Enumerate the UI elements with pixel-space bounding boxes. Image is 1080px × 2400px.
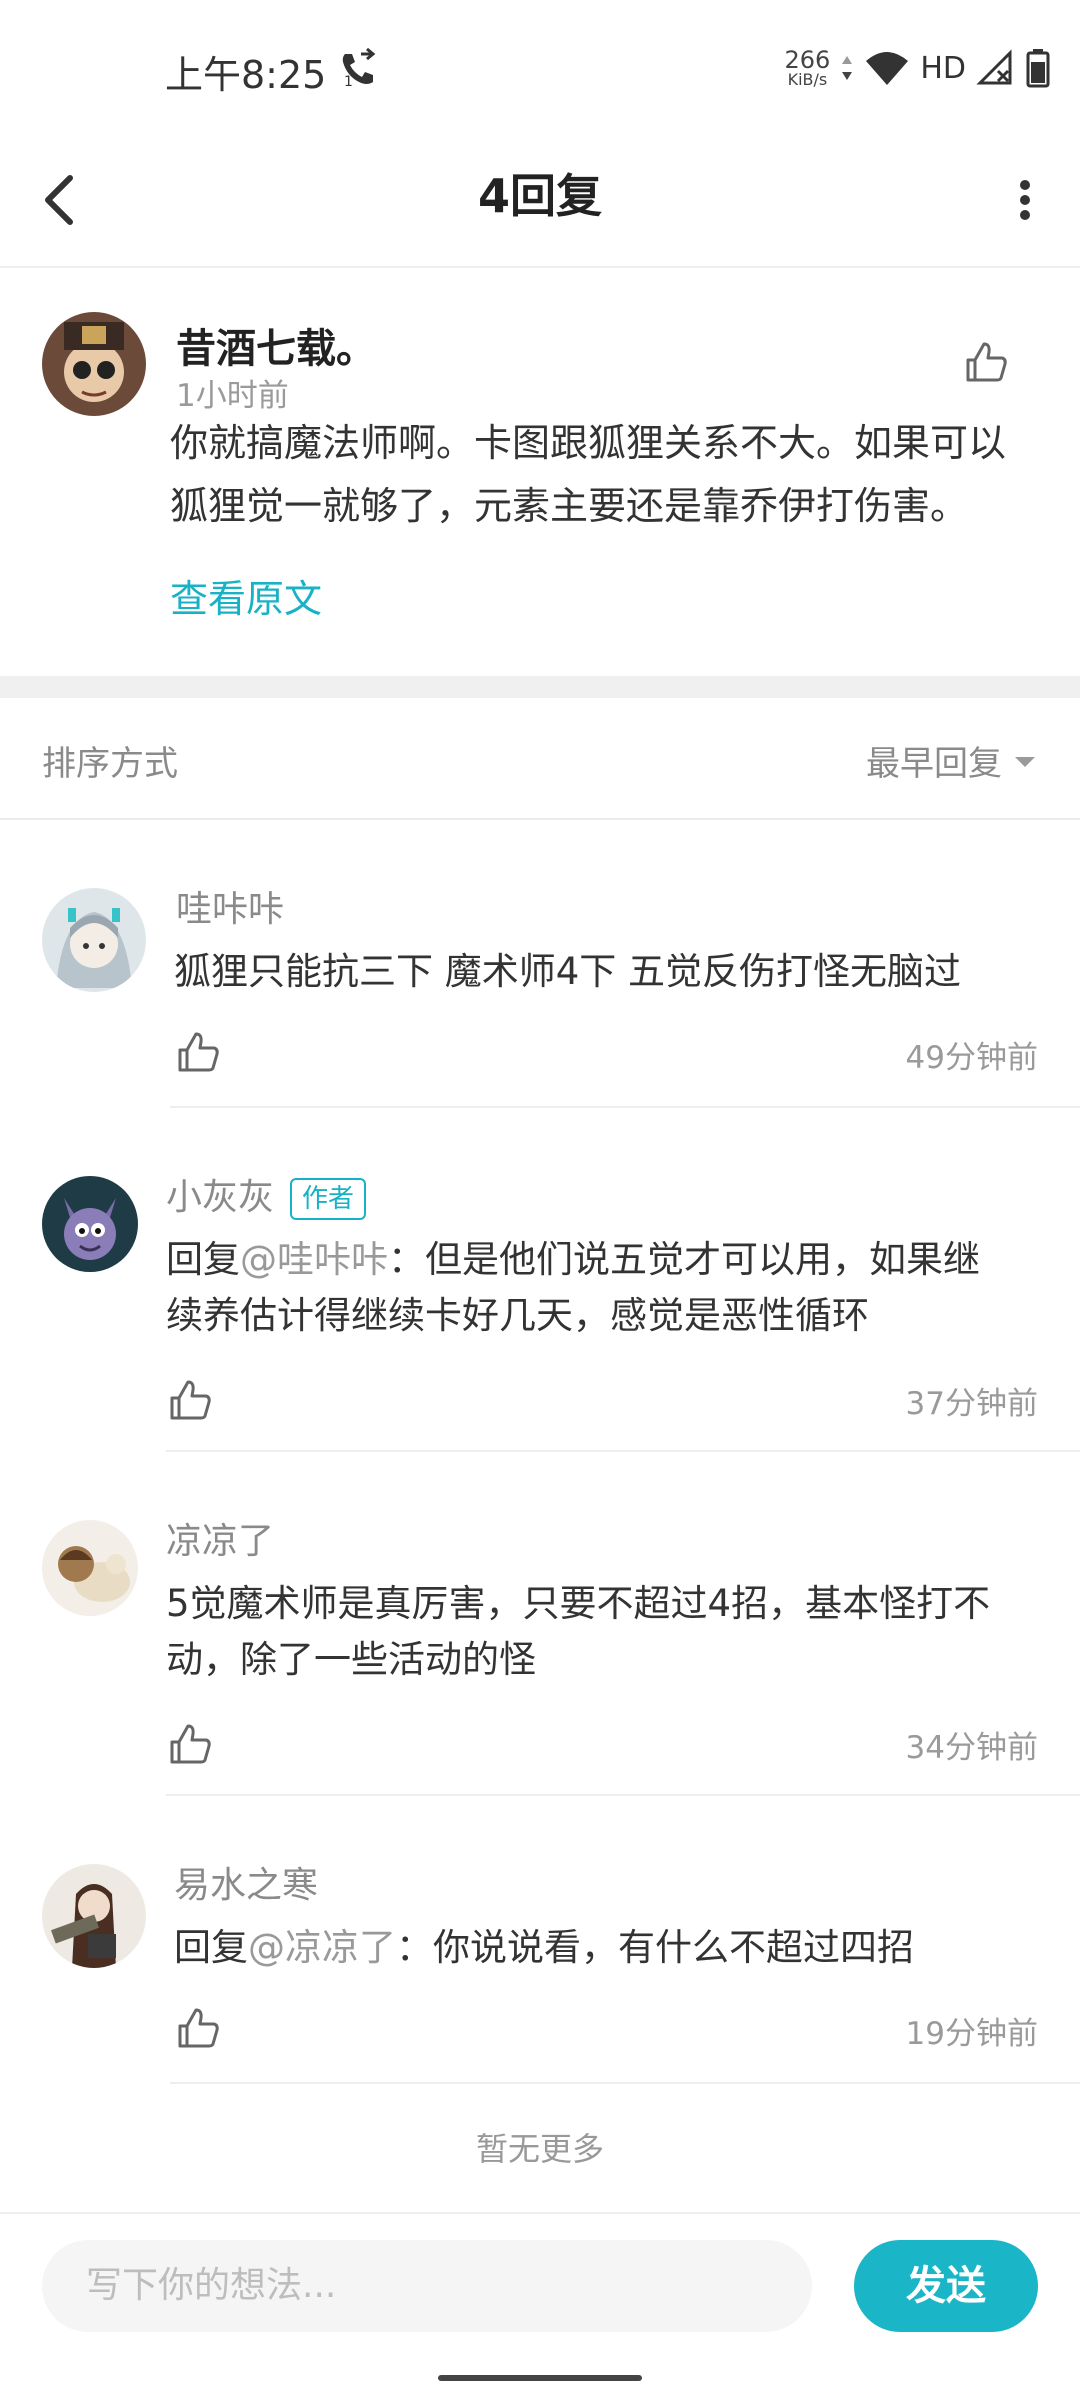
net-speed-value: 266	[784, 46, 831, 74]
sort-row: 排序方式 最早回复	[0, 698, 1080, 820]
reply-like-button[interactable]	[174, 2004, 222, 2052]
reply-text-rest: ：你说说看，有什么不超过四招	[396, 1926, 914, 1969]
net-speed-unit: KiB/s	[787, 70, 828, 89]
author-badge: 作者	[290, 1178, 367, 1220]
post-author[interactable]: 昔酒七载。	[176, 316, 376, 374]
send-button[interactable]: 发送	[854, 2240, 1038, 2332]
section-gap	[0, 676, 1080, 698]
reply-item: 小灰灰 作者 回复@哇咔咔：但是他们说五觉才可以用，如果继 续养估计得继续卡好几天…	[0, 1108, 1080, 1452]
reply-author[interactable]: 易水之寒	[174, 1856, 318, 1908]
reply-author-row: 小灰灰 作者	[166, 1168, 367, 1220]
header: 4回复	[0, 130, 1080, 268]
net-speed: 266 KiB/s	[785, 48, 831, 88]
reply-item: 易水之寒 回复@凉凉了：你说说看，有什么不超过四招 19分钟前	[0, 1796, 1080, 2084]
sort-selected: 最早回复	[866, 744, 1002, 784]
no-more-text: 暂无更多	[475, 2130, 604, 2168]
reply-text: 回复@凉凉了：你说说看，有什么不超过四招	[174, 1920, 914, 1976]
reply-text-line-2: 动，除了一些活动的怪	[166, 1638, 536, 1681]
post-text: 你就搞魔法师啊。卡图跟狐狸关系不大。如果可以 狐狸觉一就够了，元素主要还是靠乔伊…	[170, 412, 1050, 538]
hd-label: HD	[920, 50, 966, 86]
reply-text: 回复@哇咔咔：但是他们说五觉才可以用，如果继 续养估计得继续卡好几天，感觉是恶性…	[166, 1232, 1046, 1344]
data-arrows-icon	[842, 56, 853, 80]
reply-text: 5觉魔术师是真厉害，只要不超过4招，基本怪打不 动，除了一些活动的怪	[166, 1576, 1046, 1688]
reply-author[interactable]: 凉凉了	[166, 1512, 274, 1564]
reply-text-line-2: 续养估计得继续卡好几天，感觉是恶性循环	[166, 1294, 869, 1337]
post-text-line-2: 狐狸觉一就够了，元素主要还是靠乔伊打伤害。	[170, 484, 969, 528]
reply-time: 19分钟前	[905, 2016, 1038, 2052]
call-badge: 1	[344, 74, 353, 90]
dropdown-arrow-icon	[1015, 756, 1035, 767]
sort-dropdown[interactable]: 最早回复	[866, 736, 1038, 785]
view-original-link[interactable]: 查看原文	[170, 568, 322, 623]
comment-input-bar: 写下你的想法... 发送	[0, 2212, 1080, 2354]
reply-like-button[interactable]	[166, 1376, 214, 1424]
reply-item: 凉凉了 5觉魔术师是真厉害，只要不超过4招，基本怪打不 动，除了一些活动的怪 3…	[0, 1452, 1080, 1796]
post-time: 1小时前	[176, 378, 289, 414]
comment-input[interactable]: 写下你的想法...	[42, 2240, 812, 2332]
post-like-button[interactable]	[962, 338, 1010, 386]
avatar[interactable]	[42, 312, 146, 416]
reply-author[interactable]: 小灰灰	[166, 1177, 274, 1218]
reply-text-rest: ：但是他们说五觉才可以用，如果继	[388, 1238, 980, 1281]
thumbs-up-icon	[170, 1380, 211, 1420]
signal-icon	[976, 49, 1012, 85]
wifi-icon	[866, 52, 909, 85]
reply-text-line-1: 回复@哇咔咔：但是他们说五觉才可以用，如果继	[166, 1232, 1046, 1288]
reply-like-button[interactable]	[166, 1720, 214, 1768]
thumbs-up-icon	[966, 342, 1007, 382]
status-icons: 266 KiB/s HD	[785, 44, 1050, 92]
more-vertical-icon	[1020, 180, 1030, 220]
page-title: 4回复	[477, 169, 602, 223]
reply-like-button[interactable]	[174, 1028, 222, 1076]
thumbs-up-icon	[170, 1724, 211, 1764]
mention-link[interactable]: @凉凉了	[248, 1926, 396, 1969]
mention-link[interactable]: @哇咔咔	[240, 1238, 388, 1281]
avatar[interactable]	[42, 1864, 146, 1968]
reply-text-line-1: 5觉魔术师是真厉害，只要不超过4招，基本怪打不	[166, 1582, 991, 1625]
avatar[interactable]	[42, 888, 146, 992]
thumbs-up-icon	[178, 2008, 219, 2048]
divider	[170, 2082, 1080, 2084]
reply-text: 狐狸只能抗三下 魔术师4下 五觉反伤打怪无脑过	[174, 950, 962, 993]
sort-label: 排序方式	[42, 744, 178, 784]
reply-prefix: 回复	[174, 1926, 248, 1969]
status-bar: 上午8:25 1 266 KiB/s HD	[0, 0, 1080, 130]
more-options-button[interactable]	[990, 158, 1060, 238]
avatar[interactable]	[42, 1176, 138, 1272]
status-time: 上午8:25	[165, 53, 327, 97]
home-indicator[interactable]	[438, 2375, 642, 2381]
reply-item: 哇咔咔 狐狸只能抗三下 魔术师4下 五觉反伤打怪无脑过 49分钟前	[0, 820, 1080, 1108]
reply-time: 49分钟前	[905, 1040, 1038, 1076]
original-post: 昔酒七载。 1小时前 你就搞魔法师啊。卡图跟狐狸关系不大。如果可以 狐狸觉一就够…	[0, 268, 1080, 676]
post-text-line-1: 你就搞魔法师啊。卡图跟狐狸关系不大。如果可以	[170, 421, 1007, 465]
reply-prefix: 回复	[166, 1238, 240, 1281]
avatar[interactable]	[42, 1520, 138, 1616]
reply-author[interactable]: 哇咔咔	[176, 880, 284, 932]
thumbs-up-icon	[178, 1032, 219, 1072]
reply-time: 34分钟前	[905, 1730, 1038, 1766]
battery-icon	[1026, 49, 1050, 88]
reply-time: 37分钟前	[905, 1386, 1038, 1422]
